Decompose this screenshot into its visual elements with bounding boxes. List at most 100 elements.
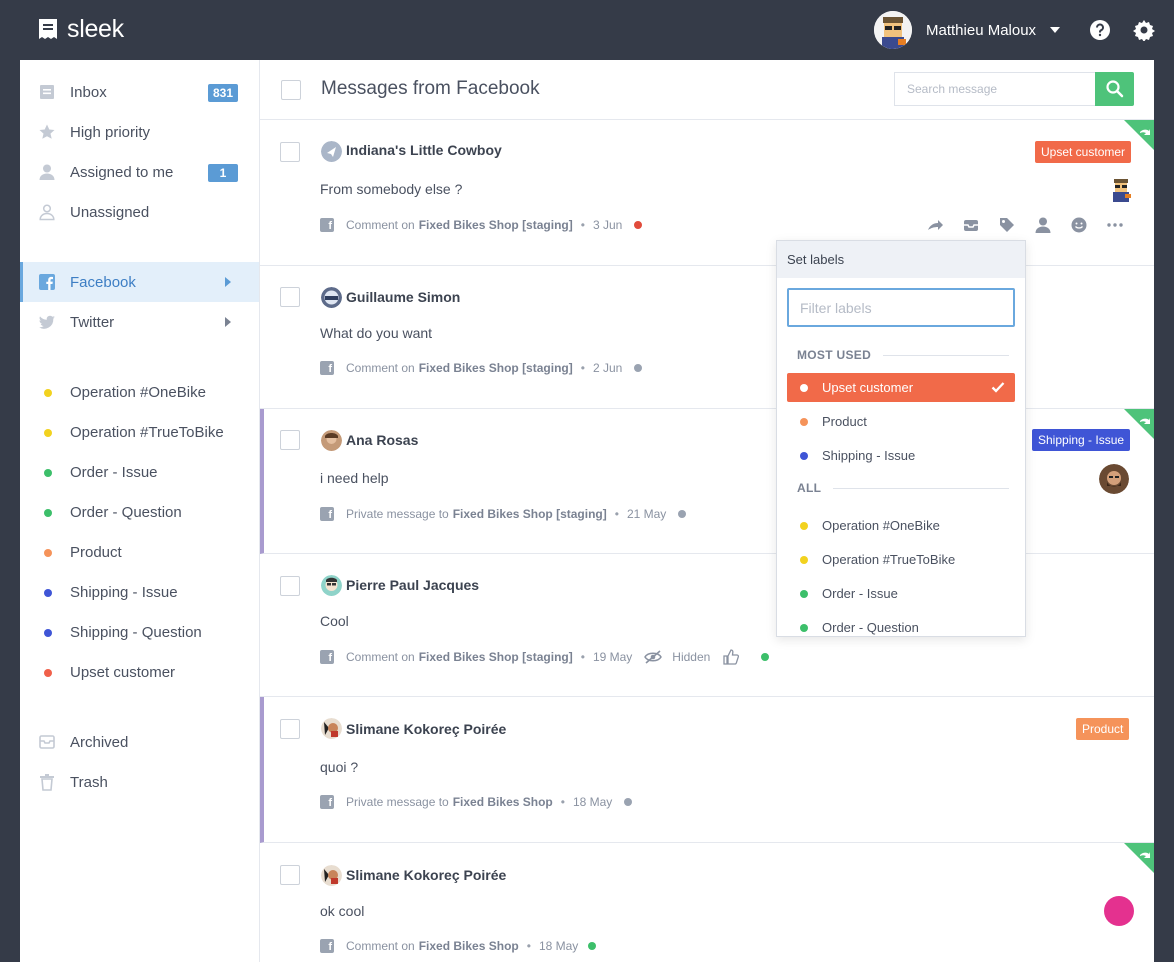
like-icon[interactable] xyxy=(723,649,740,665)
label-option-order-question[interactable]: Order - Question xyxy=(787,613,1015,636)
sidebar-item-label: Upset customer xyxy=(70,663,176,681)
sidebar-item-shipping-question[interactable]: Shipping - Question xyxy=(20,612,259,652)
expand-arrow-icon[interactable] xyxy=(225,317,231,327)
page-link[interactable]: Fixed Bikes Shop [staging] xyxy=(419,218,573,232)
separator: • xyxy=(580,218,585,232)
sidebar-item-high-priority[interactable]: High priority xyxy=(20,112,259,152)
sleek-logo-icon xyxy=(39,19,57,39)
message-checkbox[interactable] xyxy=(280,287,300,307)
message-checkbox[interactable] xyxy=(280,865,300,885)
label-option-operation-onebike[interactable]: Operation #OneBike xyxy=(787,511,1015,540)
divider xyxy=(833,487,1010,489)
sender-name[interactable]: Indiana's Little Cowboy xyxy=(346,142,502,158)
message-actions xyxy=(926,216,1124,234)
message-date: 3 Jun xyxy=(592,218,623,232)
sidebar-item-assigned-to-me[interactable]: Assigned to me 1 xyxy=(20,152,259,192)
sidebar-item-operation-onebike[interactable]: Operation #OneBike xyxy=(20,372,259,412)
message-checkbox[interactable] xyxy=(280,430,300,450)
forward-icon[interactable] xyxy=(926,216,944,234)
message-text: What do you want xyxy=(320,325,433,341)
label-option-product[interactable]: Product xyxy=(787,407,1015,436)
label-color-dot xyxy=(800,418,808,426)
sidebar-item-unassigned[interactable]: Unassigned xyxy=(20,192,259,232)
sidebar-item-operation-truetobike[interactable]: Operation #TrueToBike xyxy=(20,412,259,452)
message-checkbox[interactable] xyxy=(280,719,300,739)
status-dot xyxy=(624,798,633,806)
sidebar-item-trash[interactable]: Trash xyxy=(20,762,259,802)
dropdown-title: Set labels xyxy=(777,241,1025,278)
sidebar-item-product[interactable]: Product xyxy=(20,532,259,572)
label-option-shipping-issue[interactable]: Shipping - Issue xyxy=(787,441,1015,470)
label-color-dot xyxy=(44,629,52,637)
sender-name[interactable]: Guillaume Simon xyxy=(346,289,460,305)
label-option-upset-customer[interactable]: Upset customer xyxy=(787,373,1015,402)
sidebar-item-label: Trash xyxy=(70,773,108,791)
more-icon[interactable] xyxy=(1106,216,1124,234)
label-badge[interactable]: Product xyxy=(1076,718,1130,740)
facebook-icon: f xyxy=(320,939,334,953)
status-dot xyxy=(761,653,770,661)
app-logo[interactable]: sleek xyxy=(36,16,124,42)
message-row[interactable]: Slimane Kokoreç Poirée ok cool f Comment… xyxy=(260,843,1154,962)
message-meta: f Comment on Fixed Bikes Shop • 18 May xyxy=(320,939,597,953)
meta-prefix: Comment on xyxy=(346,650,415,664)
user-outline-icon xyxy=(39,204,55,221)
label-badge[interactable]: Upset customer xyxy=(1035,141,1132,163)
label-badge[interactable]: Shipping - Issue xyxy=(1032,429,1131,451)
page-link[interactable]: Fixed Bikes Shop [staging] xyxy=(419,361,573,375)
avatar xyxy=(321,430,342,451)
gear-icon[interactable] xyxy=(1133,19,1155,41)
page-link[interactable]: Fixed Bikes Shop xyxy=(453,795,553,809)
message-date: 18 May xyxy=(572,795,613,809)
page-link[interactable]: Fixed Bikes Shop xyxy=(419,939,519,953)
sidebar-item-shipping-issue[interactable]: Shipping - Issue xyxy=(20,572,259,612)
message-date: 21 May xyxy=(626,507,667,521)
label-option-order-issue[interactable]: Order - Issue xyxy=(787,579,1015,608)
sender-name[interactable]: Ana Rosas xyxy=(346,432,418,448)
sidebar-item-upset-customer[interactable]: Upset customer xyxy=(20,652,259,692)
assign-user-icon[interactable] xyxy=(1034,216,1052,234)
tag-icon[interactable] xyxy=(998,216,1016,234)
message-text: ok cool xyxy=(320,903,365,919)
message-meta: f Private message to Fixed Bikes Shop • … xyxy=(320,795,633,809)
chat-launcher-button[interactable] xyxy=(1104,896,1134,926)
help-icon[interactable] xyxy=(1089,19,1111,41)
select-all-checkbox[interactable] xyxy=(281,80,301,100)
user-avatar xyxy=(874,11,912,49)
hidden-label: Hidden xyxy=(672,650,711,664)
sidebar-item-inbox[interactable]: Inbox 831 xyxy=(20,72,259,112)
message-text: Cool xyxy=(320,613,349,629)
label-color-dot xyxy=(800,384,808,392)
message-checkbox[interactable] xyxy=(280,576,300,596)
user-icon xyxy=(39,164,55,180)
sidebar-item-facebook[interactable]: Facebook xyxy=(20,262,259,302)
emoji-icon[interactable] xyxy=(1070,216,1088,234)
label-option-text: Order - Question xyxy=(822,620,919,635)
expand-arrow-icon[interactable] xyxy=(225,277,231,287)
sidebar-item-order-issue[interactable]: Order - Issue xyxy=(20,452,259,492)
label-option-text: Operation #OneBike xyxy=(822,518,940,533)
app-name: sleek xyxy=(67,15,124,43)
search-button[interactable] xyxy=(1095,72,1134,106)
label-color-dot xyxy=(44,429,52,437)
page-link[interactable]: Fixed Bikes Shop [staging] xyxy=(453,507,607,521)
search-input[interactable] xyxy=(894,72,1095,106)
sender-name[interactable]: Pierre Paul Jacques xyxy=(346,577,479,593)
sidebar-item-twitter[interactable]: Twitter xyxy=(20,302,259,342)
message-row[interactable]: Slimane Kokoreç Poirée quoi ? f Private … xyxy=(260,697,1154,843)
facebook-icon: f xyxy=(320,361,334,375)
sender-name[interactable]: Slimane Kokoreç Poirée xyxy=(346,867,506,883)
eye-hidden-icon[interactable] xyxy=(644,650,663,664)
message-date: 18 May xyxy=(538,939,579,953)
sidebar-item-order-question[interactable]: Order - Question xyxy=(20,492,259,532)
sidebar-item-archived[interactable]: Archived xyxy=(20,722,259,762)
message-checkbox[interactable] xyxy=(280,142,300,162)
archive-icon[interactable] xyxy=(962,216,980,234)
chevron-down-icon[interactable] xyxy=(1050,27,1061,33)
page-link[interactable]: Fixed Bikes Shop [staging] xyxy=(419,650,573,664)
sender-name[interactable]: Slimane Kokoreç Poirée xyxy=(346,721,506,737)
label-option-operation-truetobike[interactable]: Operation #TrueToBike xyxy=(787,545,1015,574)
label-option-text: Order - Issue xyxy=(822,586,898,601)
filter-labels-input[interactable] xyxy=(787,288,1015,327)
user-menu[interactable]: Matthieu Maloux xyxy=(874,11,1061,49)
